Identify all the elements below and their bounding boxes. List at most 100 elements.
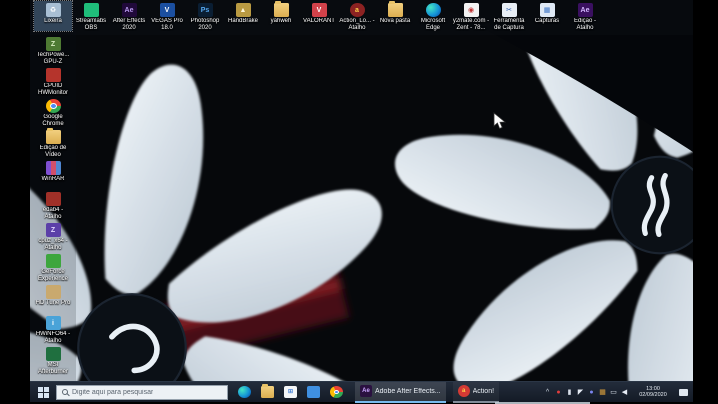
desktop-icon-label: Photoshop 2020 [186,18,224,31]
desktop-icon-handbrake[interactable]: ▲HandBrake [224,1,262,31]
desktop-icon-winrar[interactable]: WinRAR [34,160,72,191]
discord-icon[interactable]: ● [586,384,597,400]
desktop: ♻LixeiraStreamlabs OBSAeAfter Effects 20… [30,0,693,404]
desktop-icon-label: VEGAS Pro 18.0 [148,18,186,31]
msi-afterburner-icon [46,347,61,361]
letterbox-right [693,0,718,404]
geforce-experience-icon [46,254,61,268]
desktop-icon-label: CPUID HWMonitor [34,83,72,96]
desktop-icon-msi-afterburner[interactable]: MSI Afterburner [34,346,72,377]
desktop-icon-label: Edição - Atalho [566,18,604,31]
mouse-cursor [493,112,507,130]
taskbar-app-action[interactable]: aAction! [453,382,499,403]
desktop-icon-after-effects-2020[interactable]: AeAfter Effects 2020 [110,1,148,31]
pinned-apps: ⊞ [233,382,348,403]
desktop-icon-after-effects-shortcut[interactable]: AeEdição - Atalho [566,1,604,31]
desktop-icon-photoshop-2020[interactable]: PsPhotoshop 2020 [186,1,224,31]
hd-tune-icon [46,285,61,299]
taskbar-pinned-chrome[interactable] [325,382,348,403]
taskbar-pinned-microsoft-store[interactable]: ⊞ [279,382,302,403]
desktop-icon-label: VALORANT [300,18,338,25]
taskbar: Digite aqui para pesquisar ⊞ AeAdobe Aft… [30,381,693,402]
action-recorder-icon[interactable]: ● [553,384,564,400]
edicao-de-video-folder-icon [46,130,61,144]
desktop-icon-label: GeForce Experience [34,269,72,282]
after-effects-2020-icon: Ae [122,3,137,17]
y2mate-video-icon: ◉ [464,3,479,17]
winrar-icon [46,161,61,175]
yahweh-folder-icon [274,3,289,17]
vegas-pro-icon: V [160,3,175,17]
desktop-icon-gpu-z[interactable]: ZTechPowe... GPU-Z [34,36,72,67]
desktop-icon-cpuz-x64-shortcut[interactable]: Zcpuz_x64 - Atalho [34,222,72,253]
ferramenta-de-captura-icon: ✂ [502,3,517,17]
desktop-icon-edicao-de-video-folder[interactable]: Edição de Vídeo [34,129,72,160]
desktop-icon-label: Google Chrome [34,114,72,127]
video-frame: ♻LixeiraStreamlabs OBSAeAfter Effects 20… [0,0,718,404]
desktop-icon-hwinfo64-shortcut[interactable]: iHWiNFO64 - Atalho [34,315,72,346]
desktop-icon-geforce-experience[interactable]: GeForce Experience [34,253,72,284]
desktop-icons-left-column: ZTechPowe... GPU-Z CPUID HWMonitor Google … [34,36,74,377]
search-placeholder: Digite aqui para pesquisar [72,389,153,396]
desktop-icon-yahweh-folder[interactable]: yahweh [262,1,300,31]
taskbar-pinned-blue-folder[interactable] [302,382,325,403]
start-button[interactable] [30,382,56,403]
taskbar-clock[interactable]: 13:00 02/09/2020 [634,386,672,399]
nova-pasta-folder-icon [388,3,403,17]
desktop-icon-google-chrome[interactable]: Google Chrome [34,98,72,129]
windows-logo-icon [38,387,49,398]
desktop-icon-action-shortcut[interactable]: aAction_Lo... - Atalho [338,1,376,31]
desktop-icon-streamlabs-obs[interactable]: Streamlabs OBS [72,1,110,31]
pointer-icon[interactable]: ◤ [575,384,586,400]
desktop-icon-label: HandBrake [224,18,262,25]
notification-icon [679,389,688,396]
gpu-z-icon: Z [46,37,61,51]
desktop-icon-nova-pasta-folder[interactable]: Nova pasta [376,1,414,31]
after-effects-icon: Ae [360,385,372,397]
taskbar-pinned-file-explorer[interactable] [256,382,279,403]
edge-icon [238,386,251,398]
desktop-icon-cpuid-hwmonitor[interactable]: CPUID HWMonitor [34,67,72,98]
audio-mixer-icon[interactable]: ▦ [597,384,608,400]
desktop-icon-y2mate-video[interactable]: ◉y2mate.com - Zent - 78... [452,1,490,31]
taskbar-app-label: Action! [473,388,494,395]
desktop-icon-label: HWiNFO64 - Atalho [34,331,72,344]
volume-icon[interactable]: ◀ [619,384,630,400]
desktop-icon-label: cpuz_x64 - Atalho [34,238,72,251]
taskbar-pinned-edge[interactable] [233,382,256,403]
desktop-icon-capturas[interactable]: ▦Capturas [528,1,566,31]
cpuid-hwmonitor-icon [46,68,61,82]
desktop-icon-label: Edição de Vídeo [34,145,72,158]
desktop-icon-ferramenta-de-captura[interactable]: ✂Ferramenta de Captura [490,1,528,31]
handbrake-icon: ▲ [236,3,251,17]
desktop-icon-label: edab4 - Atalho [34,207,72,220]
open-apps: AeAdobe After Effects... aAction! [348,382,499,403]
photoshop-2020-icon: Ps [198,3,213,17]
desktop-icon-edab4-shortcut[interactable]: edab4 - Atalho [34,191,72,222]
taskbar-app-after-effects[interactable]: AeAdobe After Effects... [355,382,446,403]
capturas-icon: ▦ [540,3,555,17]
desktop-icon-label: yahweh [262,18,300,25]
after-effects-shortcut-icon: Ae [578,3,593,17]
microsoft-edge-icon [426,3,441,17]
action-shortcut-icon: a [350,3,365,17]
chrome-icon [330,386,343,398]
desktop-icons-top-row: ♻LixeiraStreamlabs OBSAeAfter Effects 20… [34,1,604,31]
desktop-icon-hd-tune[interactable]: HD Tune Pro [34,284,72,315]
desktop-icon-lixeira[interactable]: ♻Lixeira [34,1,72,31]
valorant-icon: V [312,3,327,17]
desktop-icon-vegas-pro[interactable]: VVEGAS Pro 18.0 [148,1,186,31]
desktop-icon-valorant[interactable]: VVALORANT [300,1,338,31]
display-icon[interactable]: ▭ [608,384,619,400]
desktop-icon-label: WinRAR [34,176,72,183]
desktop-icon-label: Nova pasta [376,18,414,25]
microphone-icon[interactable]: ▮ [564,384,575,400]
desktop-icon-label: Action_Lo... - Atalho [338,18,376,31]
taskbar-search-box[interactable]: Digite aqui para pesquisar [56,385,228,400]
desktop-icon-label: HD Tune Pro [34,300,72,307]
desktop-icon-microsoft-edge[interactable]: Microsoft Edge [414,1,452,31]
edab4-shortcut-icon [46,192,61,206]
notification-center-button[interactable] [676,384,691,400]
tray-expand-icon[interactable]: ^ [542,384,553,400]
blue-folder-icon [307,386,320,398]
